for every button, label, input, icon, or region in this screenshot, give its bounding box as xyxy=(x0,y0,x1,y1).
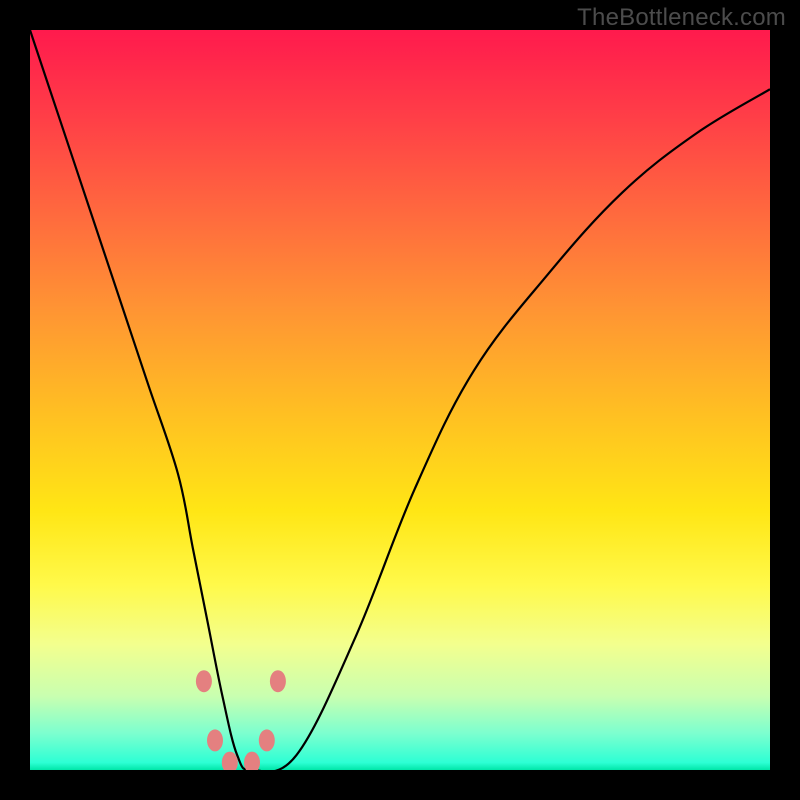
curve-marker xyxy=(259,729,275,751)
watermark-text: TheBottleneck.com xyxy=(577,4,786,32)
curve-marker xyxy=(207,729,223,751)
bottleneck-curve xyxy=(30,30,770,770)
curve-marker xyxy=(270,670,286,692)
curve-marker xyxy=(196,670,212,692)
curve-marker xyxy=(222,752,238,770)
chart-plot-area xyxy=(30,30,770,770)
curve-marker xyxy=(244,752,260,770)
